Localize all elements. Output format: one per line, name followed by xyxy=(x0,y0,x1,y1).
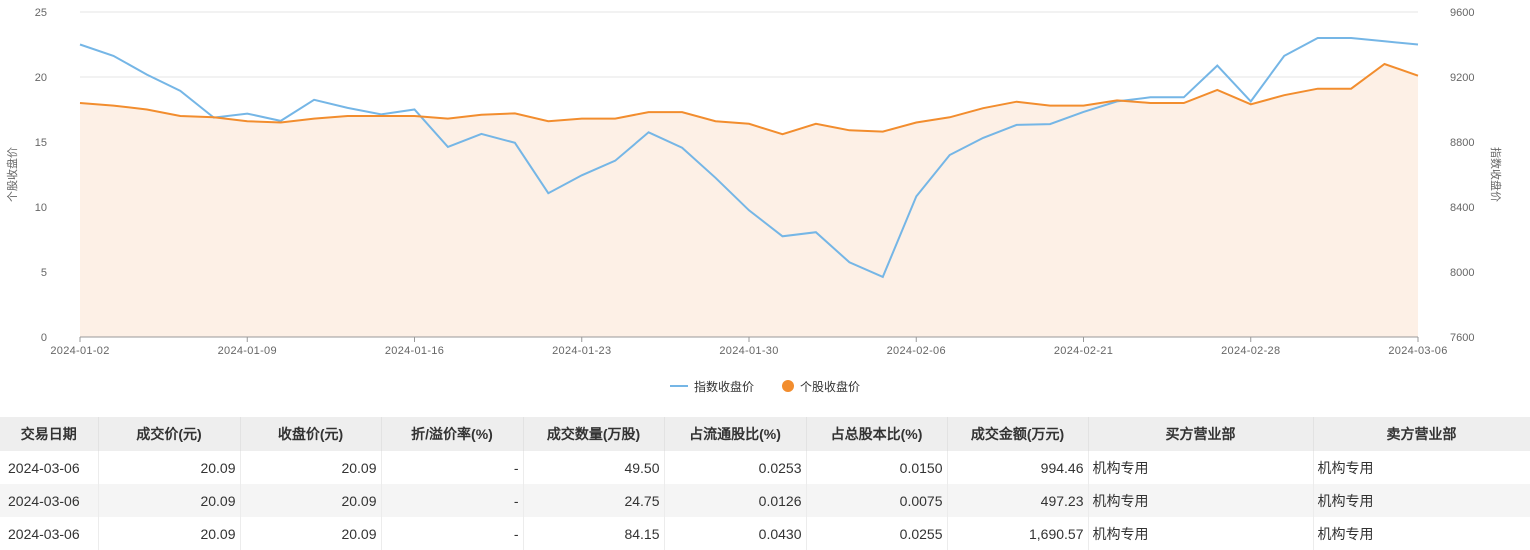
header-float-ratio[interactable]: 占流通股比(%) xyxy=(664,417,807,451)
y-right-tick-label: 8000 xyxy=(1450,267,1474,279)
header-buyer[interactable]: 买方营业部 xyxy=(1088,417,1314,451)
cell-float-ratio: 0.0430 xyxy=(664,517,807,550)
cell-seller: 机构专用 xyxy=(1313,451,1530,484)
y-right-tick-label: 8800 xyxy=(1450,137,1474,149)
legend-item-index[interactable]: 指数收盘价 xyxy=(669,378,754,395)
block-trade-table: 交易日期 成交价(元) 收盘价(元) 折/溢价率(%) 成交数量(万股) 占流通… xyxy=(0,417,1530,550)
cell-volume: 24.75 xyxy=(523,484,665,517)
y-left-tick-label: 20 xyxy=(35,72,47,84)
cell-buyer: 机构专用 xyxy=(1088,484,1314,517)
cell-close: 20.09 xyxy=(240,451,382,484)
y-left-tick-label: 0 xyxy=(41,332,47,344)
cell-amount: 1,690.57 xyxy=(947,517,1089,550)
legend-label-index: 指数收盘价 xyxy=(693,379,754,394)
chart-area: 0 5 10 15 20 25 7600 8000 8400 8800 9200 9600 2024-0… xyxy=(0,0,1530,415)
y-right-tick-label: 9200 xyxy=(1450,72,1474,84)
cell-premium: - xyxy=(381,484,524,517)
y-right-tick-label: 9600 xyxy=(1450,7,1474,19)
x-tick-label: 2024-02-28 xyxy=(1221,345,1280,357)
table-row: 2024-03-06 20.09 20.09 - 49.50 0.0253 0.… xyxy=(0,451,1530,484)
y-left-axis-title: 个股收盘价 xyxy=(5,147,19,202)
dual-axis-line-chart: 0 5 10 15 20 25 7600 8000 8400 8800 9200 9600 2024-0… xyxy=(5,7,1503,357)
header-amount[interactable]: 成交金额(万元) xyxy=(947,417,1089,451)
cell-amount: 497.23 xyxy=(947,484,1089,517)
x-tick-label: 2024-01-09 xyxy=(218,345,277,357)
y-left-tick-label: 5 xyxy=(41,267,47,279)
cell-float-ratio: 0.0253 xyxy=(664,451,807,484)
cell-seller: 机构专用 xyxy=(1313,484,1530,517)
y-left-tick-label: 15 xyxy=(35,137,47,149)
cell-total-ratio: 0.0075 xyxy=(806,484,948,517)
header-seller[interactable]: 卖方营业部 xyxy=(1313,417,1530,451)
cell-seller: 机构专用 xyxy=(1313,517,1530,550)
table-header-row: 交易日期 成交价(元) 收盘价(元) 折/溢价率(%) 成交数量(万股) 占流通… xyxy=(0,417,1530,451)
cell-buyer: 机构专用 xyxy=(1088,517,1314,550)
table-row: 2024-03-06 20.09 20.09 - 24.75 0.0126 0.… xyxy=(0,484,1530,517)
cell-date: 2024-03-06 xyxy=(0,484,99,517)
cell-float-ratio: 0.0126 xyxy=(664,484,807,517)
cell-volume: 84.15 xyxy=(523,517,665,550)
x-tick-label: 2024-01-30 xyxy=(719,345,778,357)
cell-close: 20.09 xyxy=(240,517,382,550)
x-tick-label: 2024-02-21 xyxy=(1054,345,1113,357)
x-tick-label: 2024-01-02 xyxy=(50,345,109,357)
y-right-axis-title: 指数收盘价 xyxy=(1489,147,1503,202)
cell-close: 20.09 xyxy=(240,484,382,517)
cell-price: 20.09 xyxy=(98,484,241,517)
legend-label-stock: 个股收盘价 xyxy=(800,379,861,394)
cell-buyer: 机构专用 xyxy=(1088,451,1314,484)
cell-premium: - xyxy=(381,451,524,484)
cell-total-ratio: 0.0150 xyxy=(806,451,948,484)
legend-item-stock[interactable]: 个股收盘价 xyxy=(782,378,860,395)
cell-total-ratio: 0.0255 xyxy=(806,517,948,550)
cell-premium: - xyxy=(381,517,524,550)
cell-price: 20.09 xyxy=(98,451,241,484)
stock-area xyxy=(80,64,1418,337)
header-total-ratio[interactable]: 占总股本比(%) xyxy=(806,417,948,451)
header-close[interactable]: 收盘价(元) xyxy=(240,417,382,451)
legend: 指数收盘价 个股收盘价 xyxy=(0,376,1530,396)
table-row: 2024-03-06 20.09 20.09 - 84.15 0.0430 0.… xyxy=(0,517,1530,550)
y-left-tick-label: 10 xyxy=(35,202,47,214)
cell-price: 20.09 xyxy=(98,517,241,550)
y-left-tick-label: 25 xyxy=(35,7,47,19)
x-tick-label: 2024-01-16 xyxy=(385,345,444,357)
x-tick-label: 2024-02-06 xyxy=(887,345,946,357)
legend-dot-swatch xyxy=(782,380,794,392)
cell-amount: 994.46 xyxy=(947,451,1089,484)
header-date[interactable]: 交易日期 xyxy=(0,417,99,451)
stock-area-fill xyxy=(80,64,1418,337)
legend-line-swatch xyxy=(669,385,688,387)
x-tick-label: 2024-01-23 xyxy=(552,345,611,357)
header-volume[interactable]: 成交数量(万股) xyxy=(523,417,665,451)
x-tick-label: 2024-03-06 xyxy=(1388,345,1447,357)
cell-volume: 49.50 xyxy=(523,451,665,484)
y-right-tick-label: 7600 xyxy=(1450,332,1474,344)
cell-date: 2024-03-06 xyxy=(0,517,99,550)
header-price[interactable]: 成交价(元) xyxy=(98,417,241,451)
header-premium[interactable]: 折/溢价率(%) xyxy=(381,417,524,451)
cell-date: 2024-03-06 xyxy=(0,451,99,484)
y-right-tick-label: 8400 xyxy=(1450,202,1474,214)
